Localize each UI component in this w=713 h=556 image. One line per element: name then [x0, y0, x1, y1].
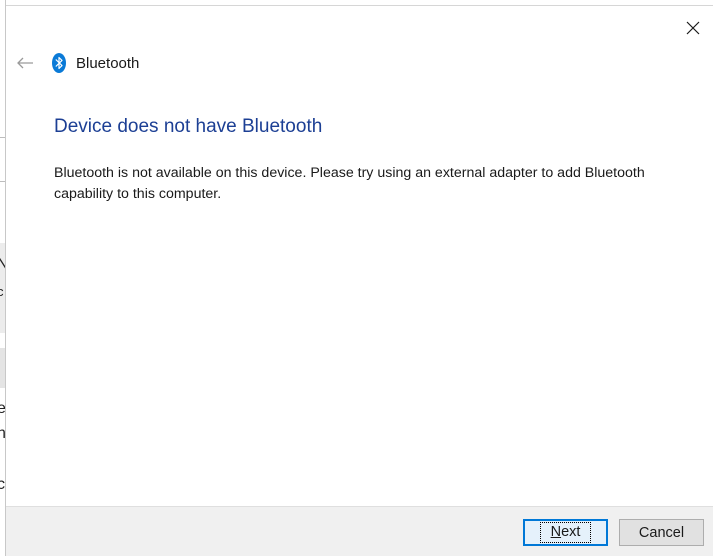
window-title: Bluetooth	[76, 54, 140, 72]
dialog-header: Bluetooth	[14, 52, 139, 74]
message-text: Bluetooth is not available on this devic…	[54, 165, 645, 202]
next-label-rest: ext	[561, 524, 581, 540]
background-text: c	[0, 284, 4, 299]
bluetooth-icon	[52, 53, 66, 73]
next-access-key: N	[550, 524, 562, 540]
page-heading: Device does not have Bluetooth	[54, 116, 323, 137]
background-text: c	[0, 476, 5, 494]
dialog-footer: Next Cancel	[6, 506, 713, 556]
bluetooth-dialog: Bluetooth Device does not have Bluetooth…	[6, 5, 713, 556]
back-button[interactable]	[14, 53, 36, 73]
next-button[interactable]: Next	[523, 519, 608, 546]
close-icon	[686, 21, 700, 35]
cancel-button[interactable]: Cancel	[619, 519, 704, 546]
back-arrow-icon	[17, 57, 33, 69]
next-button-label: Next	[539, 522, 592, 543]
close-button[interactable]	[679, 14, 707, 42]
